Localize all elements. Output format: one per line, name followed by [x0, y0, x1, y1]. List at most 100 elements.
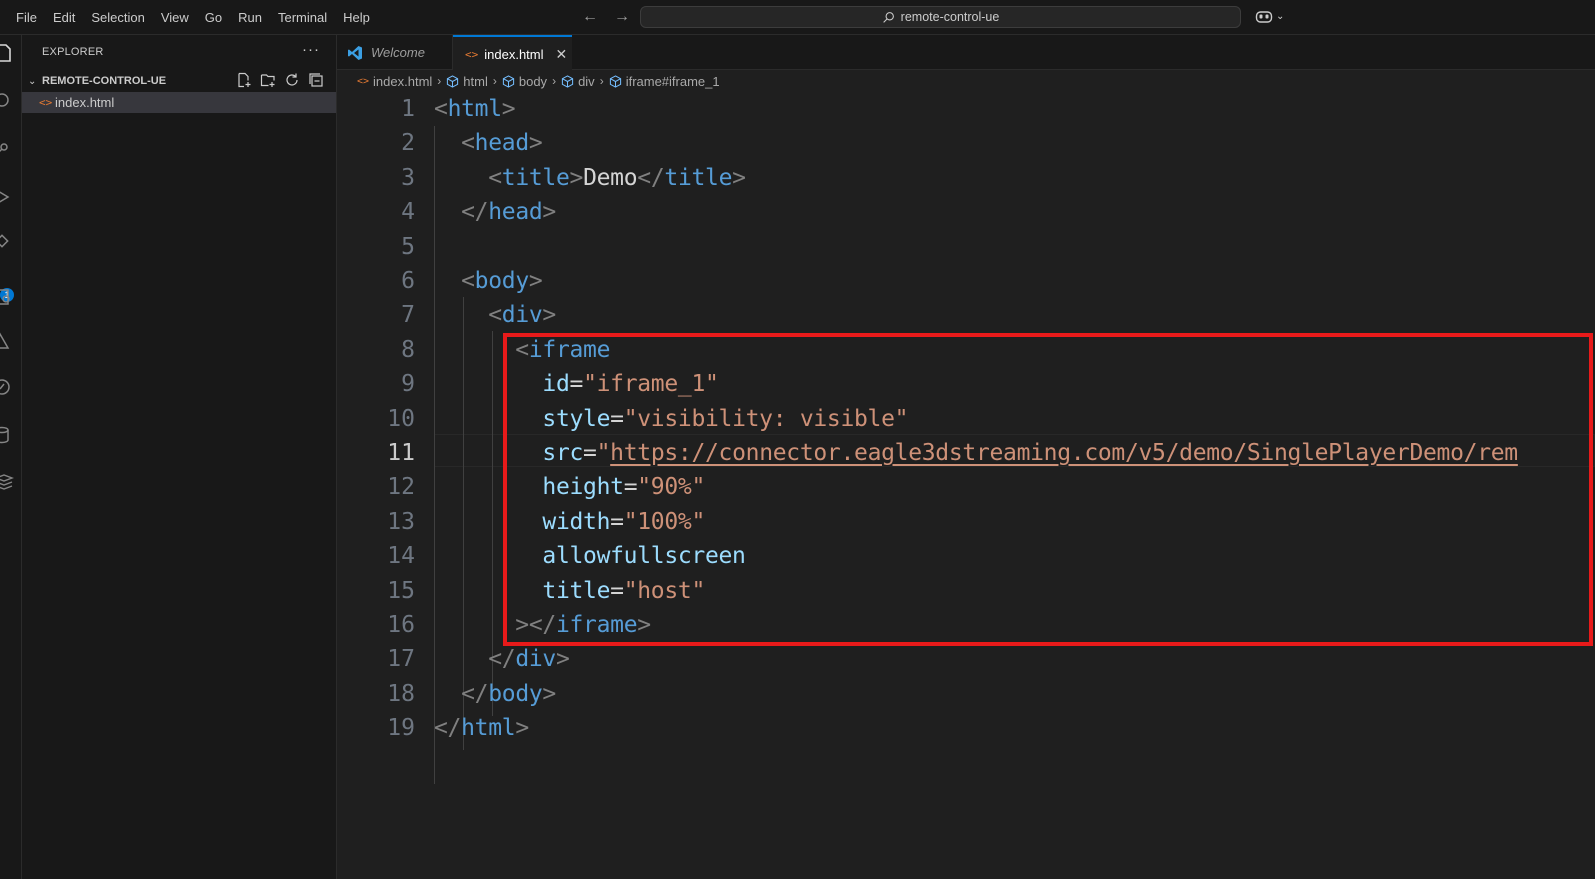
code-token-brk: >	[542, 680, 556, 707]
line-number: 11	[387, 440, 415, 466]
breadcrumb-label: index.html	[373, 73, 433, 89]
testing-icon[interactable]	[0, 331, 14, 351]
remote-explorer-icon[interactable]	[0, 287, 14, 307]
collapse-all-icon[interactable]	[308, 72, 324, 88]
code-token-brk: <	[488, 164, 502, 191]
timeline-icon[interactable]	[0, 377, 14, 397]
annotation-highlight-box	[503, 333, 1593, 646]
breadcrumb-html[interactable]: html	[446, 74, 488, 89]
menu-selection[interactable]: Selection	[83, 10, 152, 25]
code-token-tag: head	[474, 130, 530, 157]
element-cube-icon	[609, 74, 621, 88]
code-token-tag: body	[474, 268, 530, 294]
chevron-right-icon: ›	[599, 74, 604, 88]
element-cube-icon	[447, 74, 459, 88]
tab-welcome[interactable]: Welcome	[337, 35, 453, 70]
file-item-index-html[interactable]: <> index.html	[22, 92, 336, 113]
tab-index-html[interactable]: <> index.html ✕	[453, 35, 572, 71]
line-number: 3	[401, 164, 415, 191]
code-text: </body>	[434, 677, 556, 711]
code-token-brk: >	[569, 164, 584, 191]
code-line[interactable]: 18 </body>	[337, 677, 1595, 711]
more-actions-icon[interactable]: ···	[302, 41, 320, 58]
code-token-tag: html	[447, 96, 503, 122]
forward-arrow-icon[interactable]: →	[614, 8, 630, 26]
code-line[interactable]: 17 </div>	[337, 642, 1595, 676]
back-arrow-icon[interactable]: ←	[582, 8, 598, 26]
line-number: 17	[387, 646, 415, 673]
code-line[interactable]: 1 <html>	[337, 92, 1595, 126]
line-number: 5	[401, 233, 415, 260]
line-number: 4	[401, 199, 415, 226]
run-debug-icon[interactable]	[0, 187, 14, 207]
new-folder-icon[interactable]	[260, 72, 276, 88]
code-token-brk: >	[501, 96, 516, 122]
close-icon[interactable]: ✕	[556, 46, 568, 63]
menu-terminal[interactable]: Terminal	[270, 10, 335, 25]
code-token-brk: >	[542, 199, 556, 226]
folder-actions	[236, 72, 324, 88]
layers-icon[interactable]	[0, 472, 14, 492]
line-number: 15	[387, 577, 415, 604]
menu-file[interactable]: File	[8, 10, 45, 25]
menu-go[interactable]: Go	[197, 10, 230, 25]
search-label: remote-control-ue	[900, 10, 1000, 24]
code-token-brk: >	[555, 646, 570, 673]
code-token-brk: >	[528, 130, 543, 157]
code-line[interactable]: 3 <title>Demo</title>	[337, 161, 1595, 195]
tab-label: index.html	[484, 46, 544, 62]
line-number: 7	[401, 302, 415, 329]
search-icon	[882, 11, 894, 23]
code-line[interactable]: 7 <div>	[337, 298, 1595, 332]
code-token-tag: title	[664, 164, 733, 191]
code-line[interactable]: 2 <head>	[337, 126, 1595, 160]
code-token-brk: >	[515, 715, 529, 742]
source-control-icon[interactable]	[0, 139, 14, 159]
code-line[interactable]: 6 <body>	[337, 264, 1595, 298]
element-cube-icon	[502, 74, 514, 88]
code-line[interactable]: 4 </head>	[337, 195, 1595, 229]
command-center-search[interactable]: remote-control-ue	[640, 6, 1241, 28]
code-line[interactable]: 19 </html>	[337, 711, 1595, 745]
breadcrumb-div[interactable]: div	[561, 74, 595, 89]
breadcrumb-iframe[interactable]: iframe#iframe_1	[609, 74, 720, 89]
code-text: <html>	[434, 92, 516, 126]
navigation-arrows: ← →	[582, 8, 630, 26]
database-icon[interactable]	[0, 425, 14, 445]
html-file-icon: <>	[39, 96, 53, 109]
breadcrumb-label: html	[463, 73, 488, 89]
new-file-icon[interactable]	[236, 72, 252, 88]
menu-help[interactable]: Help	[335, 10, 378, 25]
activity-bar: 1	[0, 35, 22, 879]
line-number: 2	[401, 130, 415, 157]
explorer-icon[interactable]	[0, 43, 14, 63]
line-number: 6	[401, 268, 415, 294]
vscode-logo-icon	[348, 45, 362, 60]
line-number: 19	[387, 715, 415, 742]
breadcrumb-file[interactable]: <> index.html	[357, 74, 432, 89]
refresh-icon[interactable]	[284, 72, 300, 88]
line-number: 9	[401, 371, 415, 398]
search-icon[interactable]	[0, 91, 14, 111]
code-token-txt: Demo	[583, 164, 638, 191]
code-line[interactable]: 5	[337, 230, 1595, 264]
line-number: 14	[387, 543, 415, 570]
menu-run[interactable]: Run	[230, 10, 270, 25]
code-token-tag: div	[501, 302, 543, 329]
line-number: 12	[387, 474, 415, 501]
extensions-icon[interactable]	[0, 233, 14, 253]
menu-view[interactable]: View	[153, 10, 197, 25]
html-file-icon: <>	[465, 47, 479, 61]
menu-edit[interactable]: Edit	[45, 10, 83, 25]
breadcrumb-label: iframe#iframe_1	[625, 73, 720, 89]
code-token-brk: </	[434, 715, 462, 742]
breadcrumb-label: div	[578, 73, 595, 89]
breadcrumb-body[interactable]: body	[502, 74, 547, 89]
code-token-brk: </	[461, 680, 489, 707]
copilot-button[interactable]: ⌄	[1255, 8, 1284, 24]
